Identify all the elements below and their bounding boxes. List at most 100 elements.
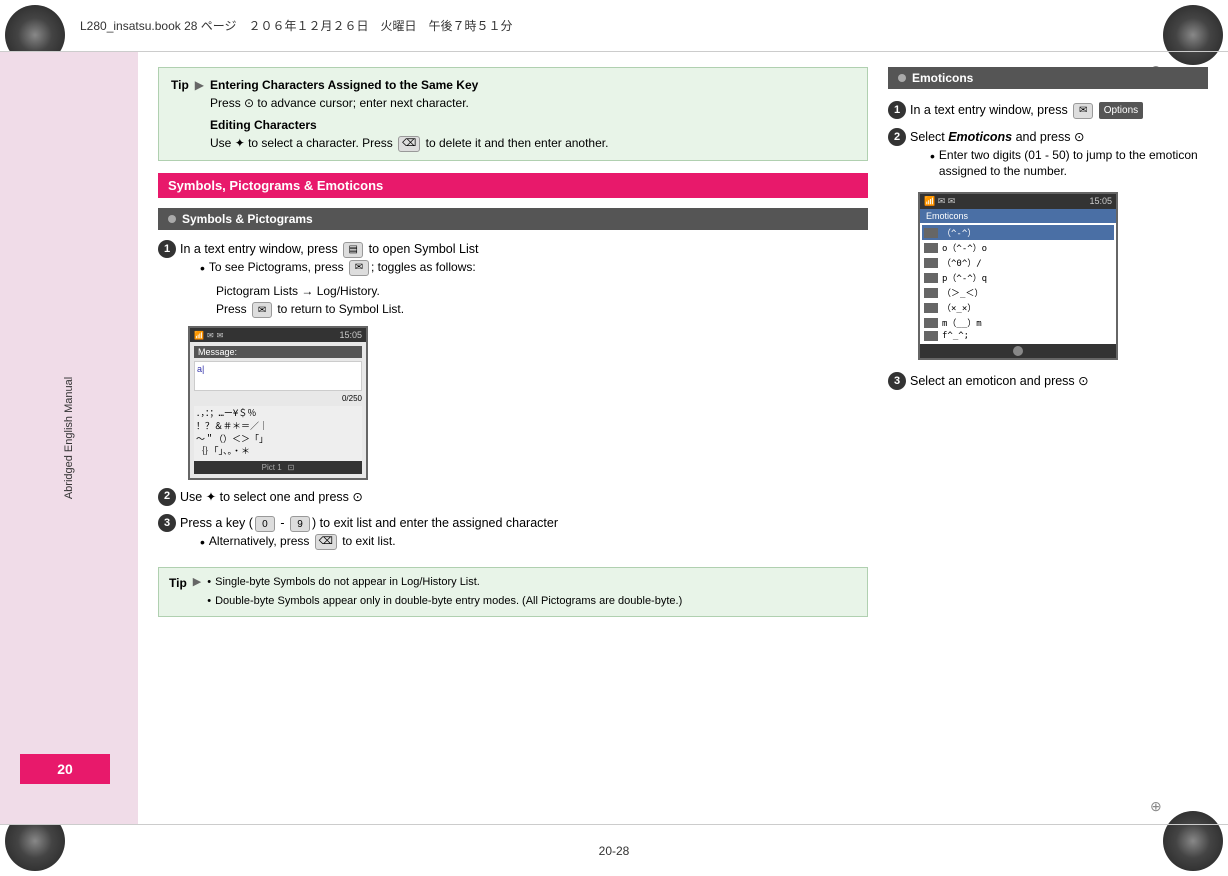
key-9: 9 bbox=[290, 516, 310, 532]
key-0: 0 bbox=[255, 516, 275, 532]
tip-bullet-dot-1: • bbox=[207, 574, 211, 591]
tip-bullet-2: • Double-byte Symbols appear only in dou… bbox=[207, 593, 682, 610]
phone-icon-1: 📶 bbox=[194, 331, 204, 340]
tip-bullet-text-1: Single-byte Symbols do not appear in Log… bbox=[215, 574, 480, 591]
tip-arrow-top: ▶ bbox=[195, 76, 204, 94]
key-icon-b1b: ✉ bbox=[252, 302, 272, 318]
emoticon-label-5: （＞_＜） bbox=[942, 286, 983, 299]
emoticons-step-1-content: In a text entry window, press ✉ Options bbox=[910, 101, 1208, 120]
bullet-dot-1: • bbox=[200, 259, 205, 279]
tip-bullet-1: • Single-byte Symbols do not appear in L… bbox=[207, 574, 682, 591]
emoticon-label-6: （×_×） bbox=[942, 301, 976, 314]
emoticons-step-3-num: 3 bbox=[888, 372, 906, 390]
bullet-dot-3: • bbox=[200, 533, 205, 553]
step-3: 3 Press a key (0 - 9) to exit list and e… bbox=[158, 514, 868, 556]
emoticon-label-8: f^_^; bbox=[942, 331, 969, 341]
emoticon-icon-1 bbox=[924, 228, 938, 238]
left-column: Tip ▶ Entering Characters Assigned to th… bbox=[158, 67, 868, 809]
emoticon-row-6: （×_×） bbox=[922, 300, 1114, 315]
main-content: Tip ▶ Entering Characters Assigned to th… bbox=[138, 52, 1228, 824]
cursor-a: a| bbox=[197, 364, 359, 374]
step-1-num: 1 bbox=[158, 240, 176, 258]
emoticons-step-1: 1 In a text entry window, press ✉ Option… bbox=[888, 101, 1208, 120]
emoticons-step-2-num: 2 bbox=[888, 128, 906, 146]
step-2-num: 2 bbox=[158, 488, 176, 506]
phone-symbol-area: ．，：；…ー¥＄％ ！？＆＃＊＝／｜ 〜＂（）＜＞「」 ｛｝「」、。・＊ bbox=[194, 406, 362, 460]
emoticon-label-3: （^0^）/ bbox=[942, 256, 982, 269]
tip-label-bottom: Tip bbox=[169, 574, 187, 592]
key-icon-b1: ✉ bbox=[349, 260, 369, 276]
emoticon-icon-3 bbox=[924, 258, 938, 268]
emoticons-phone-icons: 📶 ✉ ✉ bbox=[924, 196, 955, 207]
page-number: 20 bbox=[57, 761, 73, 777]
emoticons-step-1-text: In a text entry window, press ✉ Options bbox=[910, 103, 1143, 117]
emoticon-row-5: （＞_＜） bbox=[922, 285, 1114, 300]
step-3-num: 3 bbox=[158, 514, 176, 532]
step-3-content: Press a key (0 - 9) to exit list and ent… bbox=[180, 514, 868, 556]
top-bar-text: L280_insatsu.book 28 ページ ２０６年１２月２６日 火曜日 … bbox=[80, 17, 513, 34]
top-bar: L280_insatsu.book 28 ページ ２０６年１２月２６日 火曜日 … bbox=[0, 0, 1228, 52]
emoticon-label-2: o（^-^）o bbox=[942, 241, 987, 254]
emoticon-row-2: o（^-^）o bbox=[922, 240, 1114, 255]
phone-icon-3: ✉ bbox=[217, 331, 224, 340]
phone-time: 15:05 bbox=[339, 330, 362, 340]
emoticons-phone-header: 📶 ✉ ✉ 15:05 bbox=[920, 194, 1116, 209]
phone-counter: 0/250 bbox=[194, 394, 362, 403]
delete-key: ⌫ bbox=[398, 136, 420, 152]
emoticons-phone-title: Emoticons bbox=[920, 209, 1116, 223]
bullet-text-3-1: Alternatively, press ⌫ to exit list. bbox=[209, 533, 396, 550]
emoticon-icon-2 bbox=[924, 243, 938, 253]
emoticons-step-2: 2 Select Emoticons and press ⊙ • Enter t… bbox=[888, 128, 1208, 184]
emoticons-center-btn bbox=[1013, 346, 1023, 356]
emoticon-row-7: m（__）m bbox=[922, 315, 1114, 330]
emoticons-step-3-content: Select an emoticon and press ⊙ bbox=[910, 372, 1208, 391]
step-2-content: Use ✦ to select one and press ⊙ bbox=[180, 488, 868, 507]
emoticon-label-1: （^-^） bbox=[942, 226, 976, 239]
tip-box-top: Tip ▶ Entering Characters Assigned to th… bbox=[158, 67, 868, 161]
tip-content-bottom: • Single-byte Symbols do not appear in L… bbox=[207, 574, 682, 610]
bottom-page-num: 20-28 bbox=[599, 844, 630, 858]
step-1-content: In a text entry window, press ▤ to open … bbox=[180, 240, 868, 318]
emoticons-step-3-text: Select an emoticon and press ⊙ bbox=[910, 374, 1089, 388]
bullet-3-1: • Alternatively, press ⌫ to exit list. bbox=[200, 533, 868, 553]
emoticon-icon-7 bbox=[924, 318, 938, 328]
bullet-1-1-sub2: Press ✉ to return to Symbol List. bbox=[216, 300, 868, 318]
tip-line2: Use ✦ to select a character. Press ⌫ to … bbox=[210, 134, 608, 152]
step-1-text: In a text entry window, press ▤ to open … bbox=[180, 242, 478, 256]
phone-title-bar: Message: bbox=[194, 346, 362, 358]
emoticon-row-8: f^_^; bbox=[922, 330, 1114, 342]
emoticon-icon-4 bbox=[924, 273, 938, 283]
step-3-text: Press a key (0 - 9) to exit list and ent… bbox=[180, 516, 558, 530]
bullet-1-1: • To see Pictograms, press ✉; toggles as… bbox=[200, 259, 868, 279]
tip-arrow-bottom: ▶ bbox=[193, 574, 201, 591]
right-column: Emoticons 1 In a text entry window, pres… bbox=[888, 67, 1208, 809]
options-badge: Options bbox=[1099, 102, 1143, 119]
emoticons-section-header: Emoticons bbox=[888, 67, 1208, 89]
phone-header-icons: 📶 ✉ ✉ bbox=[194, 331, 223, 340]
emoticons-bullet-text-2: Enter two digits (01 - 50) to jump to th… bbox=[939, 147, 1208, 181]
tip-editing-label: Editing Characters bbox=[210, 116, 608, 134]
tip-box-bottom: Tip ▶ • Single-byte Symbols do not appea… bbox=[158, 567, 868, 617]
tip-content-top: Entering Characters Assigned to the Same… bbox=[210, 76, 608, 152]
phone-screen-inner: 📶 ✉ ✉ 15:05 Message: a| 0/250 ．，：；…ー¥＄％ … bbox=[188, 326, 368, 479]
tip-bullet-dot-2: • bbox=[207, 593, 211, 610]
emoticons-bullet-2-1: • Enter two digits (01 - 50) to jump to … bbox=[930, 147, 1208, 181]
emoticon-label-4: p（^-^）q bbox=[942, 271, 987, 284]
step-2-text: Use ✦ to select one and press ⊙ bbox=[180, 490, 363, 504]
emoticons-phone-bottom bbox=[920, 344, 1116, 358]
phone-content: Message: a| 0/250 ．，：；…ー¥＄％ ！？＆＃＊＝／｜ 〜＂（… bbox=[190, 342, 366, 477]
phone-header: 📶 ✉ ✉ 15:05 bbox=[190, 328, 366, 342]
bullet-text-1-1: To see Pictograms, press ✉; toggles as f… bbox=[209, 259, 476, 276]
section-header-sub: Symbols & Pictograms bbox=[158, 208, 868, 230]
emoticon-label-7: m（__）m bbox=[942, 316, 982, 329]
emoticon-icon-6 bbox=[924, 303, 938, 313]
emoticons-bullet-dot-2: • bbox=[930, 147, 935, 167]
bottom-bar: 20-28 bbox=[0, 824, 1228, 876]
emoticon-icon-5 bbox=[924, 288, 938, 298]
symbol-row-4: ｛｝「」、。・＊ bbox=[196, 446, 360, 459]
symbol-row-2: ！？＆＃＊＝／｜ bbox=[196, 421, 360, 434]
sidebar-label: Abridged English Manual bbox=[63, 377, 75, 499]
emoticons-step-2-text: Select Emoticons and press ⊙ bbox=[910, 130, 1084, 144]
page-number-box: 20 bbox=[20, 754, 110, 784]
step-1: 1 In a text entry window, press ▤ to ope… bbox=[158, 240, 868, 318]
